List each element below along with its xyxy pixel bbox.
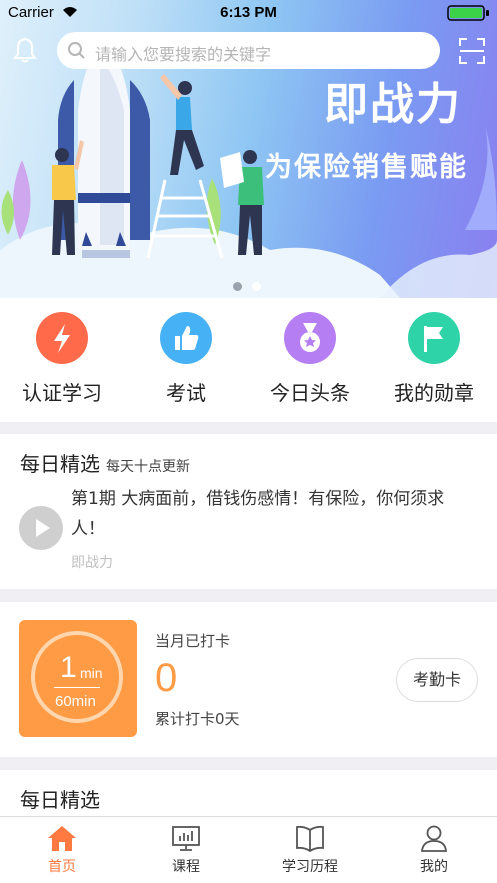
month-checkin-label: 当月已打卡	[155, 632, 231, 650]
status-bar: Carrier 6:13 PM	[0, 0, 497, 26]
attendance-card-button[interactable]: 考勤卡	[396, 658, 478, 702]
tab-label: 学习历程	[282, 859, 338, 875]
quick-item-label: 考试	[166, 381, 206, 405]
tab-label: 课程	[172, 859, 200, 875]
bell-icon[interactable]	[13, 37, 37, 63]
play-icon	[36, 519, 50, 537]
quick-item-label: 认证学习	[22, 381, 102, 405]
banner-subtitle: 为保险销售赋能	[265, 152, 468, 183]
search-placeholder: 请输入您要搜索的关键字	[95, 45, 272, 64]
search-icon	[68, 42, 85, 59]
month-checkin-count: 0	[155, 656, 178, 700]
section-title: 每日精选 每天十点更新	[20, 448, 190, 477]
quick-item-label: 我的勋章	[394, 381, 474, 405]
daily-pick-subtitle: 每天十点更新	[106, 459, 190, 475]
tab-label: 首页	[48, 859, 76, 875]
study-time-ring: 1 min 60min	[31, 631, 123, 723]
daily-pick-section-2: 每日精选	[0, 770, 497, 820]
person-icon	[421, 825, 447, 852]
thumbs-up-icon	[160, 312, 212, 364]
study-minutes-unit: min	[80, 665, 103, 681]
quick-item-medals[interactable]: 我的勋章	[372, 312, 496, 406]
study-goal: 60min	[55, 693, 96, 710]
banner-title: 即战力	[324, 79, 462, 130]
carousel-indicator	[233, 276, 271, 295]
medal-icon	[284, 312, 336, 364]
tab-learning-history[interactable]: 学习历程	[248, 824, 372, 876]
lightning-icon	[36, 312, 88, 364]
tab-home[interactable]: 首页	[0, 824, 124, 876]
open-book-icon	[296, 825, 324, 852]
tab-courses[interactable]: 课程	[124, 824, 248, 876]
tab-bar: 首页 课程 学习历程 我的	[0, 816, 497, 883]
carousel-dot-active	[233, 282, 242, 291]
episode-source: 即战力	[71, 555, 113, 571]
quick-item-label: 今日头条	[270, 381, 350, 405]
daily-pick-section: 每日精选 每天十点更新 第1期 大病面前，借钱伤感情！有保险，你何须求人！ 即战力	[0, 434, 497, 589]
quick-menu: 认证学习 考试 今日头条 我的勋章	[0, 298, 497, 422]
daily-pick-title: 每日精选	[20, 452, 100, 476]
study-minutes: 1	[60, 651, 77, 684]
flag-icon	[408, 312, 460, 364]
status-time: 6:13 PM	[220, 4, 277, 21]
carousel-dot	[252, 282, 261, 291]
presentation-board-icon	[172, 826, 200, 851]
play-button[interactable]	[19, 506, 63, 550]
quick-item-exam[interactable]: 考试	[124, 312, 248, 406]
divider	[54, 687, 100, 688]
study-time-card: 1 min 60min	[19, 620, 137, 737]
search-input[interactable]: 请输入您要搜索的关键字	[57, 32, 440, 69]
tab-label: 我的	[420, 859, 448, 875]
checkin-section: 1 min 60min 当月已打卡 0 累计打卡0天 考勤卡	[0, 602, 497, 757]
section-title: 每日精选	[20, 788, 100, 812]
tab-me[interactable]: 我的	[372, 824, 496, 876]
quick-item-certification[interactable]: 认证学习	[0, 312, 124, 406]
scan-icon[interactable]	[458, 37, 486, 65]
quick-item-headlines[interactable]: 今日头条	[248, 312, 372, 406]
episode-title[interactable]: 第1期 大病面前，借钱伤感情！有保险，你何须求人！	[71, 484, 476, 544]
battery-icon	[447, 5, 489, 21]
home-icon	[48, 826, 76, 851]
total-checkin-label: 累计打卡0天	[155, 710, 240, 728]
